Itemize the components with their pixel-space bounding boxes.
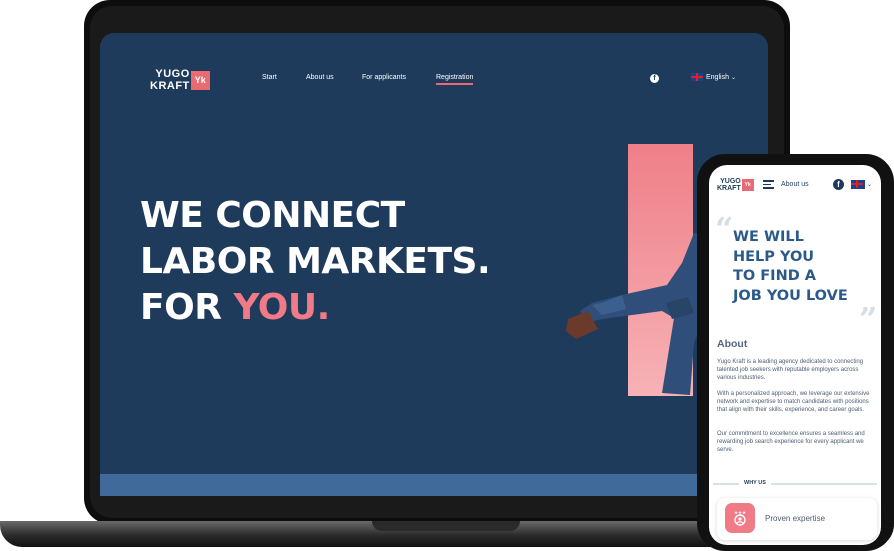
close-quote-icon: ” — [859, 300, 878, 338]
logo-badge: Yk — [190, 70, 210, 90]
logo-line-2: KRAFT — [150, 80, 190, 92]
hero-line-2: LABOR MARKETS. — [140, 241, 491, 282]
phone-about-title: About — [717, 338, 748, 350]
logo-line-1: YUGO — [155, 68, 190, 80]
phone-language-selector[interactable]: ⌄ — [851, 180, 872, 189]
phone-hero-line-3: TO FIND A — [733, 268, 817, 284]
feature-card[interactable]: ★★★ Proven expertise — [717, 498, 877, 540]
phone-about-paragraph-2: With a personalized approach, we leverag… — [717, 391, 870, 413]
site-logo[interactable]: YUGO KRAFT Yk — [150, 68, 210, 92]
phone-logo-line-1: YUGO — [720, 178, 741, 185]
phone-about-paragraph-3: Our commitment to excellence ensures a s… — [717, 431, 865, 453]
hero-line-3: FOR YOU. — [140, 285, 490, 331]
hero-line-3-prefix: FOR — [140, 287, 234, 328]
nav-applicants[interactable]: For applicants — [362, 74, 406, 81]
chevron-down-icon: ⌄ — [730, 74, 736, 81]
language-selector[interactable]: English ⌄ — [691, 73, 736, 81]
laptop-screen: YUGO KRAFT Yk Start About us For applica… — [100, 33, 768, 496]
phone-logo-text: YUGO KRAFT — [717, 178, 741, 192]
hero-line-1: WE CONNECT — [140, 195, 405, 236]
uk-flag-icon — [691, 73, 703, 81]
nav-about[interactable]: About us — [306, 74, 334, 81]
nav-registration[interactable]: Registration — [436, 74, 474, 85]
language-label: English — [706, 73, 729, 81]
hamburger-menu-icon[interactable] — [763, 180, 775, 189]
phone-about-paragraph-1: Yugo Kraft is a leading agency dedicated… — [717, 359, 864, 381]
phone-logo-badge: Yk — [741, 179, 754, 191]
why-us-divider — [713, 483, 877, 485]
phone-chevron-down-icon: ⌄ — [867, 182, 873, 188]
laptop-notch — [372, 521, 520, 531]
phone-hero-line-1: WE WILL — [733, 229, 804, 245]
phone-uk-flag-icon — [851, 180, 865, 189]
phone-hero-headline: WE WILL HELP YOU TO FIND A JOB YOU LOVE — [733, 228, 848, 306]
phone-hero-line-4: JOB YOU LOVE — [733, 287, 848, 304]
open-quote-icon: “ — [715, 210, 734, 248]
phone-facebook-icon[interactable]: f — [833, 179, 844, 190]
phone-screen: YUGO KRAFT Yk About us f ⌄ “ WE WILL HEL… — [709, 165, 881, 545]
phone-menu-label[interactable]: About us — [781, 181, 809, 188]
hero-headline: WE CONNECT LABOR MARKETS. FOR YOU. — [140, 193, 491, 331]
phone-logo-line-2: KRAFT — [717, 185, 741, 192]
laptop-screen-footer-band — [100, 474, 768, 496]
hero-accent-word: YOU. — [233, 287, 330, 328]
award-icon: ★★★ — [725, 503, 755, 533]
phone-logo[interactable]: YUGO KRAFT Yk — [717, 178, 754, 192]
feature-card-label: Proven expertise — [765, 514, 826, 523]
hero-person-image — [566, 233, 702, 395]
logo-text: YUGO KRAFT — [150, 68, 190, 92]
phone-hero-line-2: HELP YOU — [733, 248, 815, 265]
why-us-label: WHY US — [739, 480, 771, 486]
nav-start[interactable]: Start — [262, 74, 277, 81]
svg-text:★★★: ★★★ — [734, 510, 746, 516]
facebook-icon[interactable]: f — [650, 74, 659, 83]
